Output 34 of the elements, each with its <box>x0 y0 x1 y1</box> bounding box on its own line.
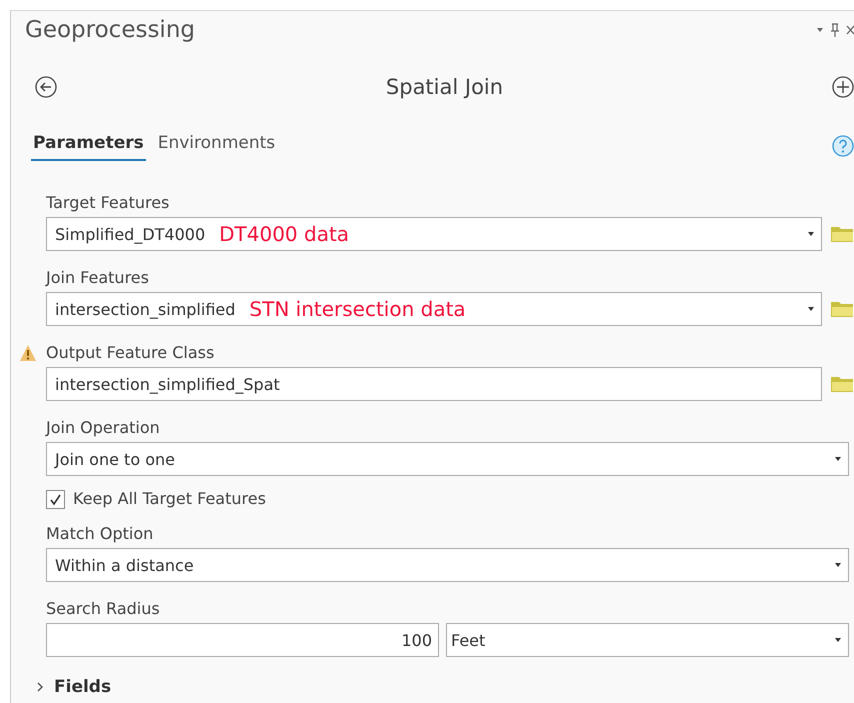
tab[interactable]: Parameters <box>31 133 146 161</box>
dropdown-caret-icon[interactable] <box>834 562 842 568</box>
pane-title: Geoprocessing <box>25 17 195 43</box>
checkbox[interactable] <box>46 490 65 508</box>
dropdown-caret-icon[interactable] <box>807 306 815 312</box>
input-field[interactable]: 100 <box>46 623 439 657</box>
pin-icon[interactable] <box>830 23 840 37</box>
parameter-label: Join Operation <box>46 418 161 438</box>
dropdown-field[interactable]: Within a distance <box>46 548 849 582</box>
parameter-label: Join Features <box>46 268 150 288</box>
close-icon[interactable] <box>846 24 854 36</box>
parameter-label: Match Option <box>46 524 154 544</box>
dropdown-caret-icon[interactable] <box>807 231 815 237</box>
dropdown-caret-icon[interactable] <box>816 27 824 33</box>
dropdown-caret-icon[interactable] <box>834 456 842 462</box>
dropdown-field[interactable]: intersection_simplified STN intersection data <box>46 292 822 326</box>
dropdown-field[interactable]: Join one to one <box>46 442 849 476</box>
parameter-label: Search Radius <box>46 599 161 619</box>
parameter-label: Target Features <box>46 193 170 213</box>
annotation-text: STN intersection data <box>249 297 467 321</box>
checkmark-icon <box>49 492 62 506</box>
help-icon[interactable] <box>832 135 854 157</box>
add-button[interactable] <box>832 76 854 98</box>
section-header[interactable]: Fields <box>11 657 854 697</box>
tool-title: Spatial Join <box>386 75 504 99</box>
tab[interactable]: Environments <box>156 133 278 161</box>
parameter-label: Output Feature Class <box>46 343 216 363</box>
input-field[interactable]: intersection_simplified_Spat <box>46 367 822 401</box>
checkbox-label: Keep All Target Features <box>73 489 266 509</box>
dropdown-caret-icon[interactable] <box>834 637 842 643</box>
annotation-text: DT4000 data <box>219 222 350 246</box>
dropdown-field[interactable]: Simplified_DT4000 DT4000 data <box>46 217 822 251</box>
back-button[interactable] <box>35 76 57 98</box>
unit-dropdown[interactable]: Feet <box>446 623 849 657</box>
